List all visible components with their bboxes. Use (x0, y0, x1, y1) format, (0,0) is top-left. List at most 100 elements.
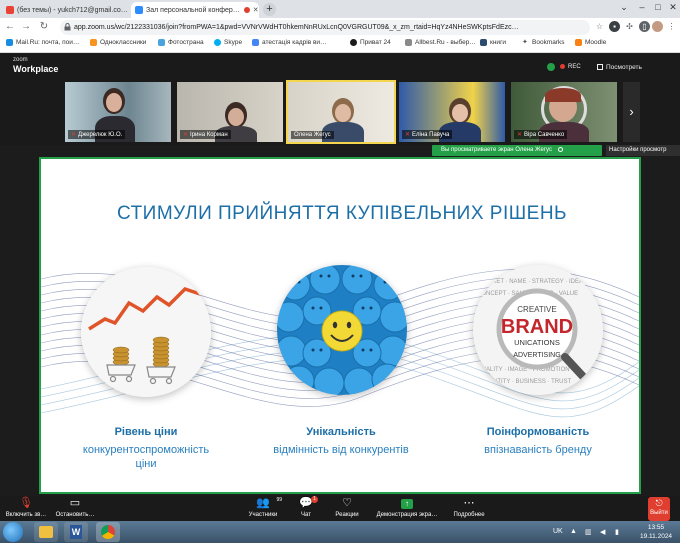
brand-image: MARKET · NAME · STRATEGY · IDEA CONCEPT … (473, 265, 603, 395)
chat-badge: 1 (311, 496, 318, 503)
zoom-logo-bottom: Workplace (13, 64, 59, 74)
participants-button[interactable]: 👥 99 Участники (244, 497, 282, 518)
forward-button[interactable]: → (20, 21, 32, 32)
avatar[interactable] (652, 21, 663, 32)
participant-tile[interactable]: ✕ Еліна Павуча (399, 82, 505, 142)
chevron-down-icon[interactable]: ⌄ (617, 2, 631, 13)
mic-muted-icon: 🎙 (19, 497, 33, 509)
svg-text:QUALITY · IMAGE · PROMOTION: QUALITY · IMAGE · PROMOTION (477, 367, 570, 373)
network-icon[interactable]: ▥ (585, 528, 592, 536)
mic-muted-icon: ✕ (71, 132, 77, 138)
participant-name: Джерелюк Ю.О. (78, 132, 123, 138)
brand-word-advertising: ADVERTISING (513, 352, 560, 359)
chevron-right-icon: › (629, 104, 634, 119)
tab-label: Зал персональной конфер… (146, 6, 240, 14)
bookmark-skype[interactable]: Skype (214, 39, 242, 46)
view-icon (597, 64, 603, 70)
google-icon (252, 39, 259, 46)
clock-time: 13:55 (647, 524, 665, 531)
tab-label: (без темы) - yukch712@gmail.co… (17, 6, 128, 14)
leave-button[interactable]: ⎋ Выйти (648, 497, 670, 521)
bookmark-fotostrana[interactable]: Фотострана (158, 39, 204, 46)
bookmark-privat24[interactable]: Приват 24 (350, 39, 391, 46)
bookmark-mailru[interactable]: Mail.Ru: почта, пои… (6, 39, 79, 46)
url-input[interactable]: app.zoom.us/wc/2122331036/join?fromPWA=1… (60, 20, 590, 35)
participant-tile-active[interactable]: Олена Жегус (286, 80, 396, 144)
page-icon (405, 39, 412, 46)
participant-name: Ірина Корман (190, 132, 228, 138)
participant-tile[interactable]: ✕ Ірина Корман (177, 82, 283, 142)
taskbar-app-word[interactable]: W (64, 522, 88, 542)
tray-arrow-icon[interactable]: ▲ (570, 528, 577, 535)
sidebar-icon[interactable]: ▯ (639, 21, 650, 32)
bookmark-moodle[interactable]: Moodle (575, 39, 606, 46)
gmail-icon (6, 6, 14, 14)
minimize-button[interactable]: – (635, 2, 649, 12)
close-icon[interactable]: ✕ (128, 6, 130, 14)
item-sub-price-1: конкурентоспроможність (82, 444, 210, 456)
bookmark-allbest[interactable]: Allbest.Ru - выбер… (405, 39, 476, 46)
folder-icon (39, 526, 53, 538)
rec-label: REC (568, 64, 581, 70)
share-screen-icon: ↑ (372, 497, 442, 510)
item-heading-awareness: Поінформованість (486, 426, 590, 438)
shield-icon[interactable] (547, 63, 555, 71)
participant-tile[interactable]: ✕ Віра Савченко (511, 82, 617, 142)
puzzle-icon[interactable]: ✣ (624, 21, 635, 32)
brand-magnifier-icon: MARKET · NAME · STRATEGY · IDEA CONCEPT … (473, 265, 603, 395)
moodle-icon (575, 39, 582, 46)
view-options-button[interactable]: Настройки просмотр (606, 145, 680, 156)
language-indicator[interactable]: UK (553, 528, 563, 535)
price-chart-image (81, 267, 211, 397)
video-button[interactable]: ▭ Остановить… (52, 497, 98, 518)
volume-icon[interactable]: ◀ (600, 528, 605, 536)
close-window-button[interactable]: ✕ (666, 2, 680, 13)
view-button[interactable]: Посмотреть (606, 64, 642, 71)
share-screen-button[interactable]: ↑ Демонстрация экра… (372, 497, 442, 518)
star-icon[interactable]: ☆ (594, 21, 605, 32)
close-icon[interactable]: ✕ (250, 6, 259, 14)
mic-button[interactable]: 🎙 Включить зв… (4, 497, 48, 518)
chrome-icon (101, 525, 115, 539)
start-button[interactable] (3, 522, 23, 542)
lock-icon (64, 23, 71, 31)
bookmarks-icon: ✦ (522, 39, 528, 46)
extension-icon[interactable]: ▪ (609, 21, 620, 32)
bookmark-atestatsiya[interactable]: атестація кадрів ви… (252, 39, 327, 46)
item-heading-uniqueness: Унікальність (306, 426, 376, 438)
shared-slide: СТИМУЛИ ПРИЙНЯТТЯ КУПІВЕЛЬНИХ РІШЕНЬ MAR… (39, 157, 641, 494)
leave-icon: ⎋ (655, 498, 663, 508)
reactions-button[interactable]: ♡ Реакции (332, 497, 362, 518)
item-sub-awareness: впізнаваність бренду (484, 444, 592, 456)
photo-icon (158, 39, 165, 46)
brand-word-unications: UNICATIONS (514, 338, 560, 347)
share-banner: Вы просматриваете экран Олена Жегус (432, 145, 602, 156)
zoom-icon (135, 6, 143, 14)
item-sub-uniqueness: відмінність від конкурентів (273, 444, 409, 456)
privat-icon (350, 39, 357, 46)
taskbar-app-explorer[interactable] (34, 522, 58, 542)
reload-button[interactable]: ↻ (38, 21, 50, 32)
svg-text:MARKET · NAME · STRATEGY · IDE: MARKET · NAME · STRATEGY · IDEA (479, 279, 583, 285)
chat-button[interactable]: 💬 1 Чат (296, 496, 318, 518)
bookmark-ok[interactable]: Одноклассники (90, 39, 146, 46)
skype-icon (214, 39, 221, 46)
gallery-next-button[interactable]: › (623, 82, 640, 142)
new-tab-button[interactable]: + (263, 3, 276, 16)
participant-tile[interactable]: ✕ Джерелюк Ю.О. (65, 82, 171, 142)
tab-zoom[interactable]: Зал персональной конфер… ✕ (131, 2, 259, 18)
mic-muted-icon: ✕ (183, 132, 189, 138)
word-icon: W (70, 525, 82, 539)
slide-title: СТИМУЛИ ПРИЙНЯТТЯ КУПІВЕЛЬНИХ РІШЕНЬ (116, 203, 568, 224)
bookmark-knigi[interactable]: книги (480, 39, 506, 46)
back-button[interactable]: ← (4, 21, 16, 32)
more-button[interactable]: ⋯ Подробнее (450, 497, 488, 518)
tab-gmail[interactable]: (без темы) - yukch712@gmail.co… ✕ (2, 2, 130, 18)
taskbar-clock[interactable]: 13:55 19.11.2024 (640, 523, 672, 541)
maximize-button[interactable]: □ (651, 2, 665, 12)
menu-icon[interactable]: ⋮ (666, 21, 677, 32)
battery-icon[interactable]: ▮ (615, 528, 619, 536)
heart-icon: ♡ (342, 497, 352, 509)
bookmark-bookmarks[interactable]: ✦ Bookmarks (522, 39, 565, 46)
taskbar-app-chrome[interactable] (96, 522, 120, 542)
